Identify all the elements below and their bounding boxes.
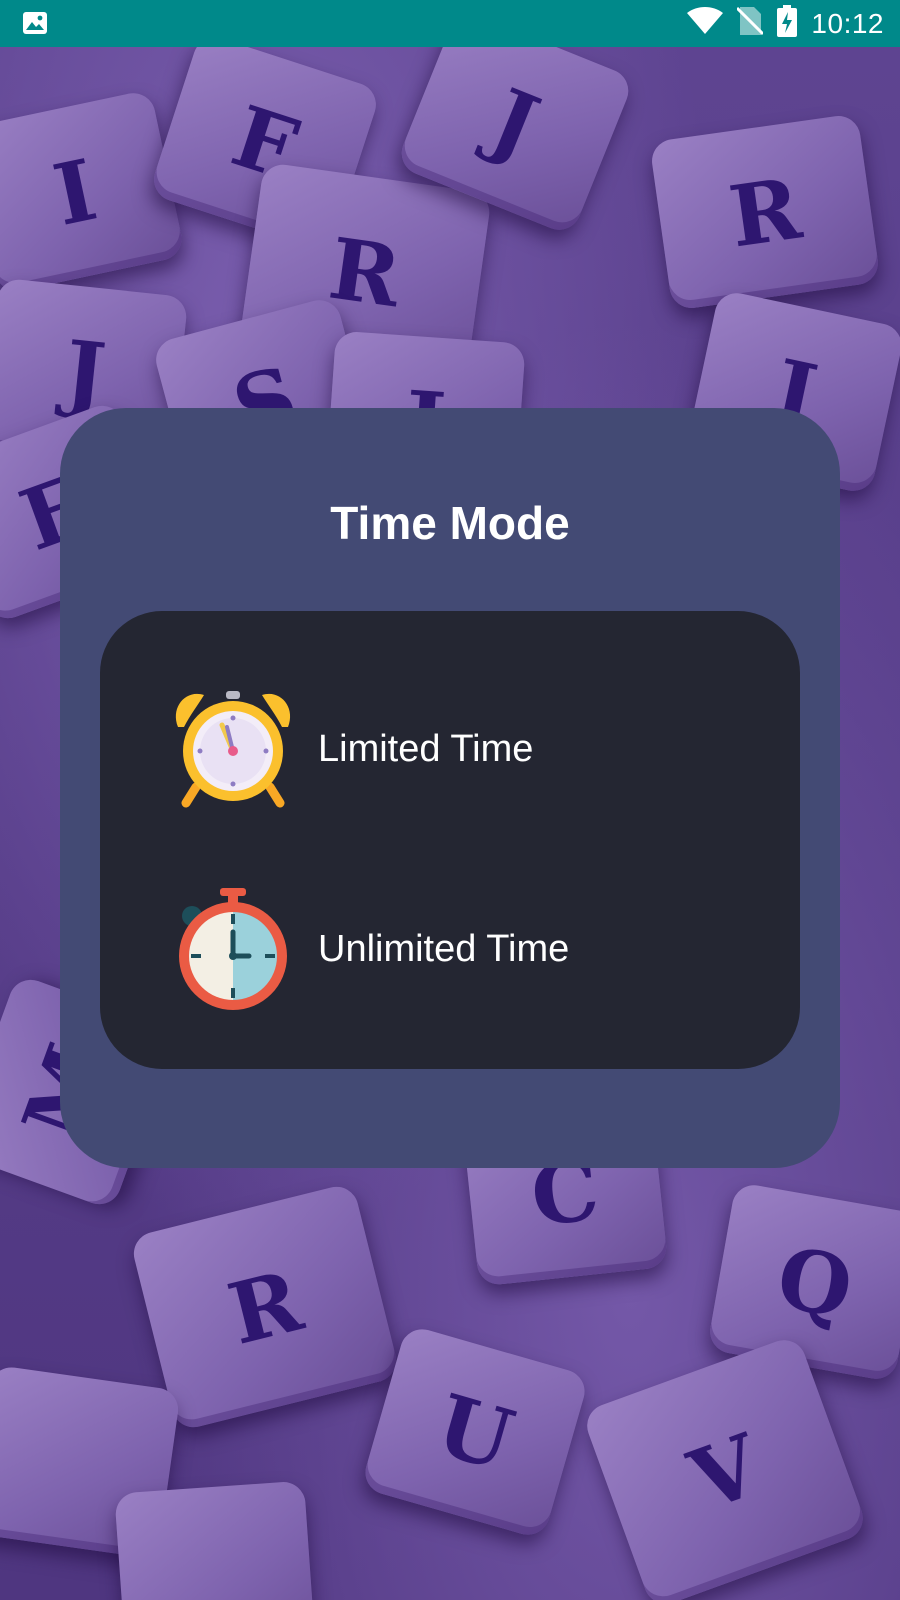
battery-charging-icon	[777, 5, 798, 42]
letter-tile: R	[649, 113, 881, 311]
image-icon	[22, 11, 48, 35]
screen: 10:12 I F R J R J S J E J R M Q C U V Ti…	[0, 0, 900, 1600]
letter-tile	[114, 1480, 316, 1600]
no-sim-icon	[736, 6, 765, 41]
options-panel: Limited Time Unlimited Time	[100, 611, 800, 1069]
limited-time-option[interactable]: Limited Time	[170, 679, 730, 819]
unlimited-time-label: Unlimited Time	[318, 927, 570, 970]
letter-tile: V	[581, 1334, 869, 1600]
status-icons: 10:12	[687, 0, 884, 47]
unlimited-time-option[interactable]: Unlimited Time	[170, 879, 730, 1019]
stopwatch-icon	[170, 886, 296, 1012]
alarm-clock-icon	[170, 686, 296, 812]
status-time: 10:12	[811, 7, 884, 39]
limited-time-label: Limited Time	[318, 727, 534, 770]
dialog-title: Time Mode	[330, 497, 570, 549]
time-mode-dialog: Time Mode Limited Time Unlimited Time	[60, 408, 840, 1168]
wifi-icon	[687, 7, 724, 40]
status-bar: 10:12	[0, 0, 900, 47]
